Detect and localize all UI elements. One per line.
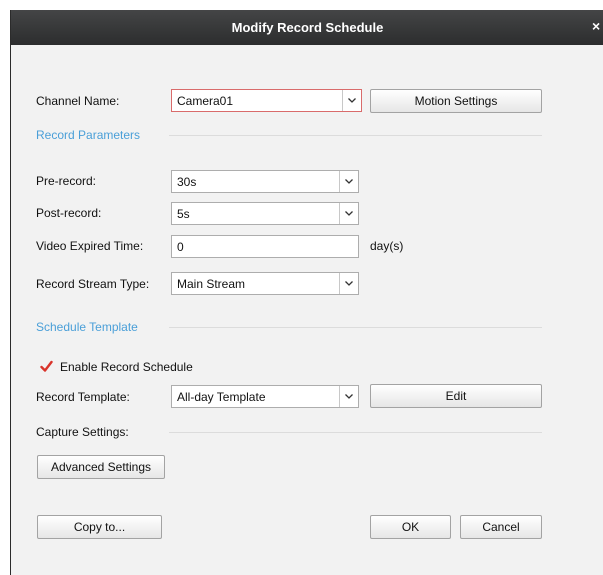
video-expired-time-input[interactable]: 0 bbox=[171, 235, 359, 258]
enable-record-schedule-label[interactable]: Enable Record Schedule bbox=[60, 360, 193, 374]
enable-record-schedule-checkbox[interactable] bbox=[40, 360, 53, 373]
record-parameters-divider bbox=[169, 135, 542, 136]
video-expired-time-unit: day(s) bbox=[370, 239, 404, 253]
capture-settings-label: Capture Settings: bbox=[36, 425, 129, 439]
channel-name-label: Channel Name: bbox=[36, 94, 120, 108]
chevron-down-icon[interactable] bbox=[339, 203, 358, 224]
record-stream-type-select[interactable]: Main Stream bbox=[171, 272, 359, 295]
pre-record-select[interactable]: 30s bbox=[171, 170, 359, 193]
schedule-template-divider bbox=[169, 327, 542, 328]
record-stream-type-label: Record Stream Type: bbox=[36, 277, 150, 291]
capture-settings-divider bbox=[169, 432, 542, 433]
dialog-title: Modify Record Schedule bbox=[231, 20, 384, 35]
post-record-value: 5s bbox=[177, 207, 190, 221]
motion-settings-button[interactable]: Motion Settings bbox=[370, 89, 542, 113]
video-expired-time-value: 0 bbox=[177, 240, 184, 254]
close-icon[interactable]: × bbox=[592, 18, 602, 34]
edit-template-button[interactable]: Edit bbox=[370, 384, 542, 408]
cancel-button[interactable]: Cancel bbox=[460, 515, 542, 539]
channel-name-select[interactable]: Camera01 bbox=[171, 89, 362, 112]
chevron-down-icon[interactable] bbox=[342, 90, 361, 111]
pre-record-value: 30s bbox=[177, 175, 197, 189]
checkmark-icon bbox=[40, 360, 53, 372]
advanced-settings-button[interactable]: Advanced Settings bbox=[37, 455, 165, 479]
schedule-template-section-label: Schedule Template bbox=[36, 320, 138, 334]
chevron-down-icon[interactable] bbox=[339, 386, 358, 407]
channel-name-value: Camera01 bbox=[177, 94, 234, 108]
chevron-down-icon[interactable] bbox=[339, 171, 358, 192]
record-template-select[interactable]: All-day Template bbox=[171, 385, 359, 408]
page: Modify Record Schedule × Channel Name: C… bbox=[0, 0, 603, 575]
video-expired-time-label: Video Expired Time: bbox=[36, 239, 144, 253]
ok-button[interactable]: OK bbox=[370, 515, 451, 539]
record-parameters-section-label: Record Parameters bbox=[36, 128, 141, 142]
modify-record-schedule-dialog: Modify Record Schedule × Channel Name: C… bbox=[10, 10, 603, 575]
record-stream-type-value: Main Stream bbox=[177, 277, 246, 291]
chevron-down-icon[interactable] bbox=[339, 273, 358, 294]
copy-to-button[interactable]: Copy to... bbox=[37, 515, 162, 539]
record-template-label: Record Template: bbox=[36, 390, 130, 404]
post-record-select[interactable]: 5s bbox=[171, 202, 359, 225]
post-record-label: Post-record: bbox=[36, 206, 102, 220]
title-bar[interactable]: Modify Record Schedule × bbox=[11, 10, 603, 45]
record-template-value: All-day Template bbox=[177, 390, 266, 404]
pre-record-label: Pre-record: bbox=[36, 174, 97, 188]
